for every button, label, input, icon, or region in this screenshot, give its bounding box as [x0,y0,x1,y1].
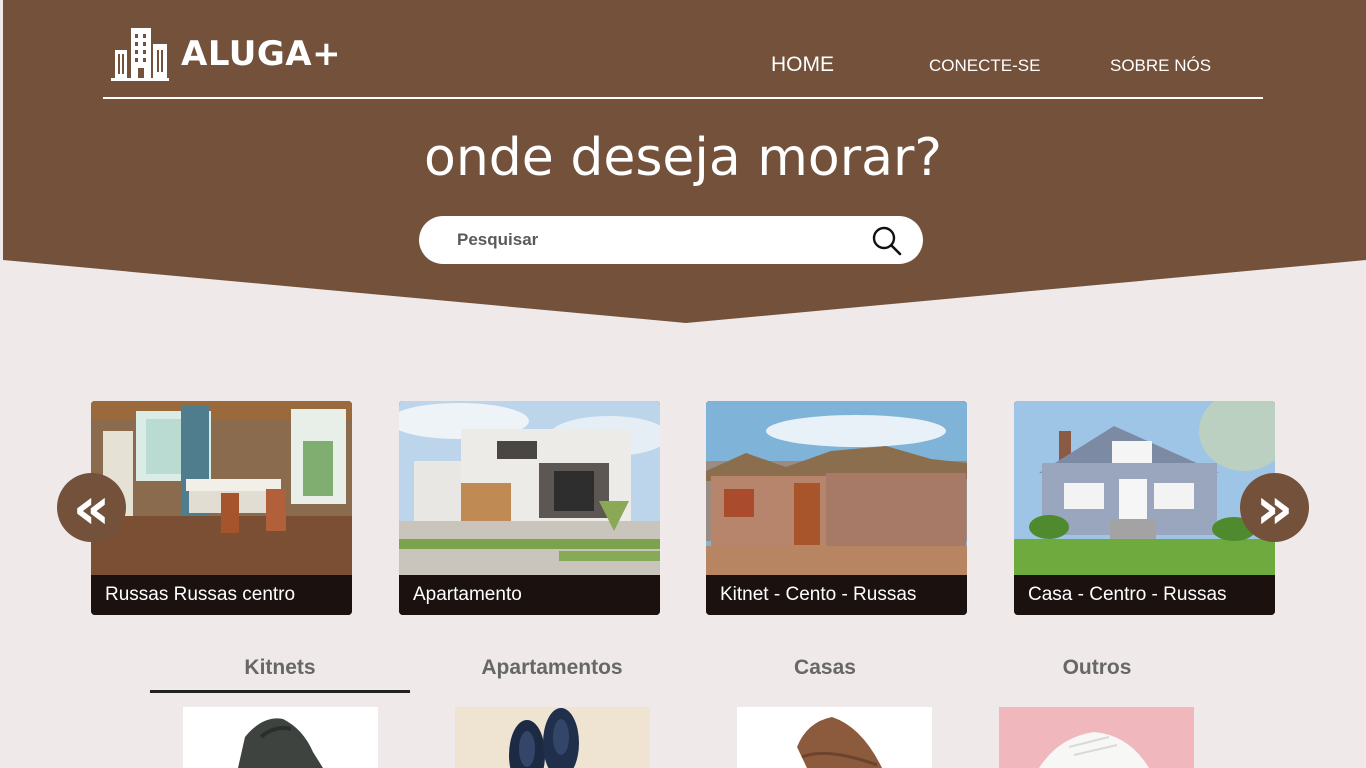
active-tab-indicator [150,690,410,693]
buildings-icon [111,28,169,81]
card-label: Casa - Centro - Russas [1014,575,1275,615]
nav-about[interactable]: SOBRE NÓS [1110,56,1211,76]
property-card[interactable]: Kitnet - Cento - Russas [706,401,967,615]
hero-headline: onde deseja morar? [424,128,942,188]
tab-kitnets[interactable]: Kitnets [150,656,410,680]
dark-sneaker-photo [238,718,323,768]
navy-shoes-photo [455,707,650,768]
product-thumbnail[interactable] [737,707,932,768]
double-chevron-right-icon: » [1255,473,1294,542]
card-label: Russas Russas centro [91,575,352,615]
brand-logo[interactable]: ALUGA+ [109,26,341,82]
modern-house-photo [399,401,660,575]
blue-house-photo [1014,401,1275,575]
nav-connect[interactable]: CONECTE-SE [929,56,1040,76]
product-thumbnail[interactable] [999,707,1194,768]
tab-casas[interactable]: Casas [725,656,925,680]
brown-espadrille-photo [797,717,882,768]
tab-outros[interactable]: Outros [997,656,1197,680]
brand-name: ALUGA+ [181,34,342,74]
dining-room-photo [91,401,352,575]
carousel-prev-button[interactable]: « [57,473,126,542]
product-thumbnail[interactable] [455,707,650,768]
property-card[interactable]: Casa - Centro - Russas [1014,401,1275,615]
card-label: Kitnet - Cento - Russas [706,575,967,615]
tab-apartamentos[interactable]: Apartamentos [432,656,672,680]
search-icon[interactable] [871,225,903,257]
double-chevron-left-icon: « [72,473,111,542]
header-divider [103,97,1263,99]
search-bar [419,216,923,264]
search-input[interactable] [457,228,857,252]
white-sneaker-photo [999,707,1194,768]
nav-home[interactable]: HOME [771,53,834,77]
card-label: Apartamento [399,575,660,615]
product-thumbnail[interactable] [183,707,378,768]
adobe-hut-photo [706,401,967,575]
property-card[interactable]: Russas Russas centro [91,401,352,615]
property-card[interactable]: Apartamento [399,401,660,615]
carousel-next-button[interactable]: » [1240,473,1309,542]
